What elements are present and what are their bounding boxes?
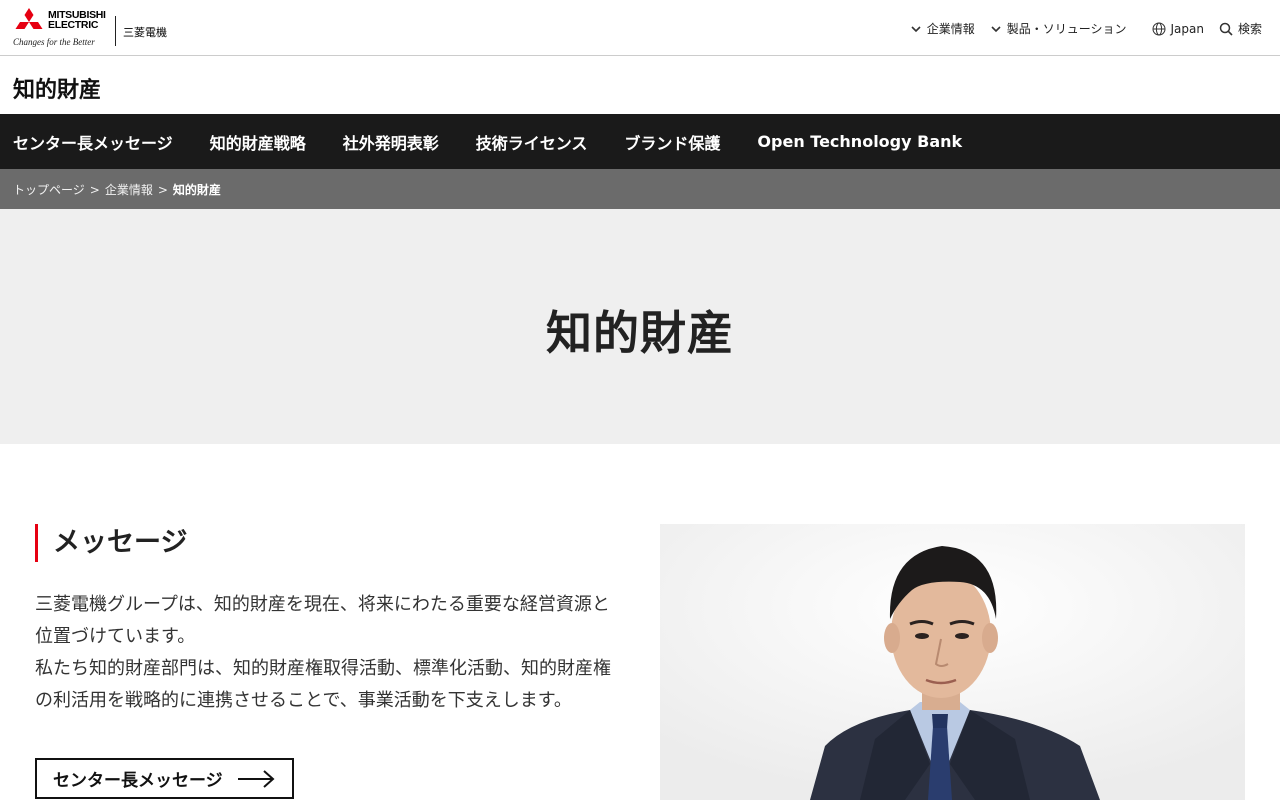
- utility-nav: 企業情報 製品・ソリューション Japan 検索: [895, 20, 1262, 37]
- logo-divider: [115, 16, 116, 46]
- globe-icon: [1152, 22, 1166, 35]
- portrait-illustration: [660, 524, 1245, 800]
- util-corporate-link[interactable]: 企業情報: [910, 20, 975, 37]
- nav-item-invention-award[interactable]: 社外発明表彰: [343, 130, 439, 154]
- mitsubishi-electric-logo[interactable]: MITSUBISHI ELECTRIC Changes for the Bett…: [13, 8, 173, 48]
- arrow-right-icon: [238, 770, 275, 788]
- chevron-down-icon: [991, 25, 1001, 32]
- message-line: 位置づけています。: [35, 626, 196, 647]
- breadcrumb-current: 知的財産: [172, 183, 221, 197]
- hero-banner: 知的財産: [0, 209, 1280, 444]
- util-products-label: 製品・ソリューション: [1006, 22, 1127, 36]
- brand-name-en: MITSUBISHI ELECTRIC: [48, 9, 106, 31]
- brand-name-jp: 三菱電機: [123, 26, 167, 39]
- message-line: 私たち知的財産部門は、知的財産権取得活動、標準化活動、知的財産権: [35, 658, 611, 679]
- util-corporate-label: 企業情報: [926, 22, 975, 36]
- section-nav: センター長メッセージ 知的財産戦略 社外発明表彰 技術ライセンス ブランド保護 …: [0, 114, 1280, 169]
- director-message-button[interactable]: センター長メッセージ: [35, 758, 294, 799]
- brand-tagline: Changes for the Better: [13, 37, 95, 47]
- section-title[interactable]: 知的財産: [13, 72, 101, 104]
- breadcrumb-separator: >: [157, 182, 168, 197]
- message-heading: メッセージ: [35, 524, 187, 562]
- breadcrumb-bar: トップページ > 企業情報 > 知的財産: [0, 169, 1280, 209]
- breadcrumb-corporate[interactable]: 企業情報: [105, 181, 153, 198]
- nav-item-open-technology-bank[interactable]: Open Technology Bank: [757, 132, 962, 151]
- nav-item-director-message[interactable]: センター長メッセージ: [13, 130, 173, 154]
- region-label: Japan: [1170, 21, 1204, 36]
- breadcrumb-top[interactable]: トップページ: [13, 181, 85, 198]
- hero-title: 知的財産: [546, 306, 734, 360]
- search-button[interactable]: 検索: [1219, 20, 1262, 37]
- breadcrumb-separator: >: [89, 182, 100, 197]
- message-line: 三菱電機グループは、知的財産を現在、将来にわたる重要な経営資源と: [35, 594, 610, 615]
- util-products-link[interactable]: 製品・ソリューション: [990, 20, 1127, 37]
- region-selector[interactable]: Japan: [1152, 22, 1204, 36]
- chevron-down-icon: [911, 25, 921, 32]
- search-label: 検索: [1237, 22, 1262, 36]
- breadcrumb: トップページ > 企業情報 > 知的財産: [13, 181, 221, 198]
- director-message-button-label: センター長メッセージ: [53, 771, 223, 791]
- director-portrait-photo: [660, 524, 1245, 800]
- three-diamonds-icon: [15, 8, 43, 29]
- message-line: の利活用を戦略的に連携させることで、事業活動を下支えします。: [35, 690, 572, 711]
- nav-item-technology-license[interactable]: 技術ライセンス: [476, 130, 588, 154]
- nav-item-ip-strategy[interactable]: 知的財産戦略: [210, 130, 306, 154]
- nav-item-brand-protection[interactable]: ブランド保護: [624, 130, 720, 154]
- message-body: 三菱電機グループは、知的財産を現在、将来にわたる重要な経営資源と 位置づけていま…: [35, 589, 635, 717]
- search-icon: [1219, 22, 1233, 36]
- global-header: MITSUBISHI ELECTRIC Changes for the Bett…: [0, 0, 1280, 56]
